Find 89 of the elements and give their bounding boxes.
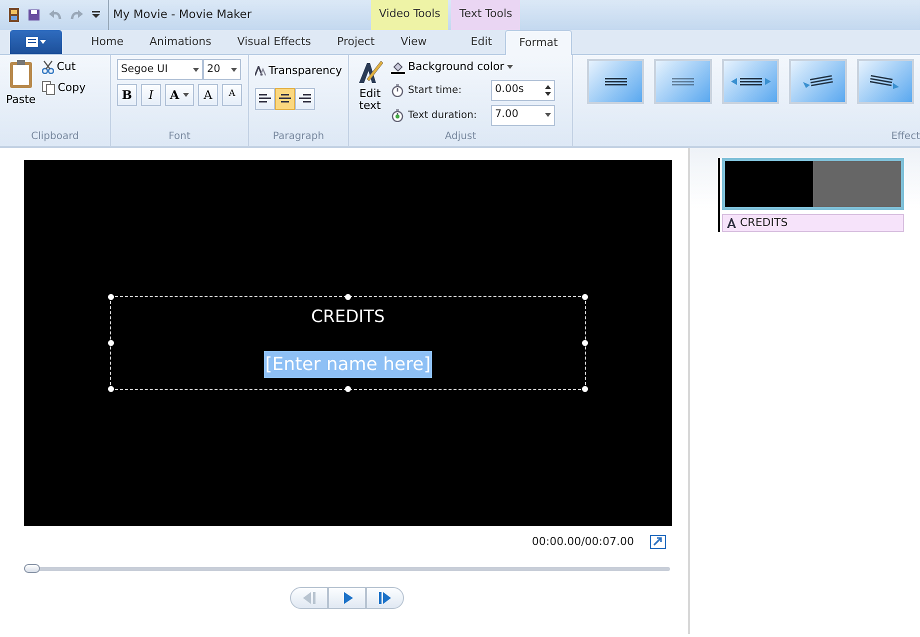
cut-button[interactable]: Cut	[42, 59, 86, 76]
start-time-field[interactable]: 0.00s	[491, 80, 555, 100]
stopwatch-icon	[391, 108, 404, 122]
shrink-font-button[interactable]: A	[222, 84, 242, 106]
menu-icon	[26, 37, 46, 47]
spin-arrows-icon	[545, 84, 551, 96]
group-label: Adjust	[444, 130, 478, 144]
dropdown-arrow-icon	[545, 113, 551, 117]
grow-font-button[interactable]: A	[198, 84, 218, 106]
selected-text: [Enter name here]	[264, 350, 432, 378]
group-label: Font	[168, 130, 192, 144]
effect-thumbnail[interactable]	[654, 59, 712, 104]
resize-handle[interactable]	[582, 340, 588, 346]
fullscreen-icon[interactable]	[650, 535, 666, 550]
seek-slider-thumb[interactable]	[24, 564, 40, 572]
dropdown-value: Segoe UI	[121, 62, 168, 77]
text-box[interactable]: CREDITS [Enter name here]	[110, 296, 586, 390]
time-display: 00:00.00/00:07.00	[532, 534, 634, 550]
align-right-button[interactable]	[295, 88, 315, 110]
transparency-button[interactable]: Transparency	[255, 63, 342, 80]
copy-icon	[42, 80, 55, 95]
align-left-button[interactable]	[255, 88, 275, 110]
effect-thumbnail[interactable]	[789, 59, 847, 104]
dropdown-arrow-icon	[193, 68, 199, 72]
effect-lines-icon	[802, 74, 833, 88]
customize-toolbar-icon[interactable]	[92, 11, 100, 19]
ribbon-tab[interactable]: View	[388, 30, 440, 54]
align-center-icon	[279, 94, 291, 103]
text-letter-icon	[727, 218, 736, 228]
font-size-dropdown[interactable]: 20	[203, 59, 241, 80]
dropdown-value: 20	[207, 62, 220, 77]
ribbon-tab[interactable]: Animations	[136, 30, 224, 54]
edit-text-button[interactable]: Edit text	[355, 59, 385, 129]
effect-thumbnail[interactable]	[856, 59, 914, 104]
scissors-icon	[42, 60, 54, 74]
pen-letter-icon	[357, 59, 383, 85]
ribbon-tab[interactable]: Format	[505, 30, 572, 55]
stopwatch-icon	[391, 84, 404, 96]
step-forward-icon	[378, 592, 392, 604]
italic-button[interactable]: I	[141, 84, 161, 106]
resize-handle[interactable]	[582, 386, 588, 392]
effect-lines-icon	[604, 78, 627, 86]
align-left-icon	[259, 94, 271, 103]
ribbon-tab[interactable]: Home	[78, 30, 136, 54]
save-icon[interactable]	[28, 9, 40, 21]
effect-lines-icon	[870, 74, 900, 90]
resize-handle[interactable]	[108, 386, 114, 392]
font-family-dropdown[interactable]: Segoe UI	[117, 59, 203, 80]
ribbon-tab[interactable]: Project	[324, 30, 388, 54]
group-label: Paragraph	[272, 130, 326, 144]
caption-text: CREDITS	[311, 306, 385, 329]
ribbon-tab[interactable]: Visual Effects	[224, 30, 324, 54]
contextual-tab-group-label: Video Tools	[371, 0, 448, 30]
storyboard-clip[interactable]: CREDITS	[718, 158, 904, 232]
effect-lines-icon	[730, 77, 771, 86]
application-menu-button[interactable]	[10, 30, 62, 54]
dropdown-arrow-icon	[507, 65, 514, 70]
bold-button[interactable]: B	[117, 84, 137, 106]
step-back-icon	[302, 592, 316, 604]
background-color-button[interactable]: Background color	[391, 59, 555, 76]
effect-thumbnail[interactable]	[587, 59, 644, 104]
resize-handle[interactable]	[582, 294, 588, 300]
dropdown-arrow-icon	[231, 68, 237, 72]
clip-caption: CREDITS	[740, 214, 788, 231]
paint-bucket-icon	[391, 60, 405, 74]
resize-handle[interactable]	[345, 386, 351, 392]
resize-handle[interactable]	[108, 340, 114, 346]
field-label: Start time:	[408, 84, 462, 98]
effect-thumbnail[interactable]	[722, 59, 780, 104]
text-duration-field[interactable]: 7.00	[491, 104, 555, 126]
transparency-icon	[255, 66, 266, 76]
field-label: Text duration:	[408, 108, 477, 122]
align-center-button[interactable]	[275, 88, 295, 110]
film-icon[interactable]	[8, 7, 20, 23]
next-frame-button[interactable]	[366, 586, 404, 608]
group-label: Clipboard	[30, 130, 80, 144]
resize-handle[interactable]	[345, 294, 351, 300]
align-right-icon	[299, 94, 311, 103]
dropdown-arrow-icon	[183, 93, 190, 97]
font-color-button[interactable]: A	[165, 84, 194, 106]
play-button[interactable]	[328, 586, 366, 608]
ribbon-tab[interactable]: Edit	[458, 30, 506, 54]
group-label: Effect	[890, 130, 920, 144]
clipboard-icon	[8, 59, 33, 89]
effect-lines-icon	[672, 78, 694, 86]
resize-handle[interactable]	[108, 294, 114, 300]
contextual-tab-group-label: Text Tools	[451, 0, 520, 30]
paste-button[interactable]: Paste	[6, 59, 36, 129]
copy-button[interactable]: Copy	[42, 80, 86, 96]
